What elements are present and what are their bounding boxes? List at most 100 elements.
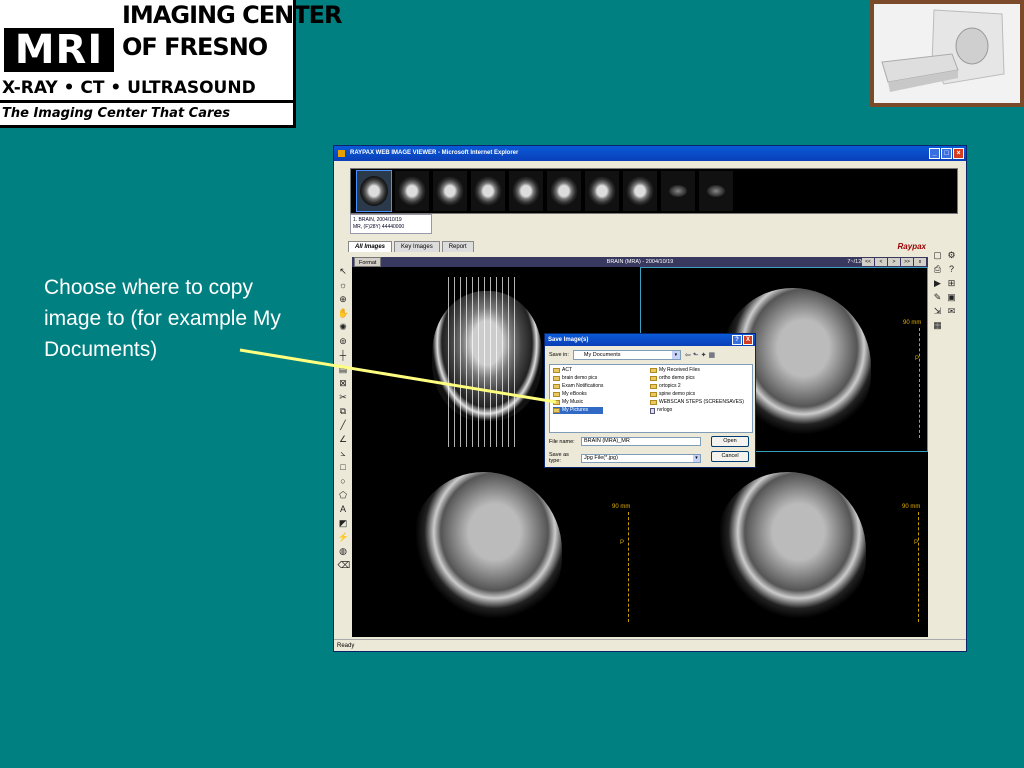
export-icon[interactable]: ⇲ xyxy=(932,306,943,317)
arrow-annotation-icon[interactable]: ◩ xyxy=(338,518,349,529)
save-type-label: Save as type: xyxy=(549,452,569,464)
brain-thumbnail-icon xyxy=(707,185,725,197)
list-item-label: brain demo pics xyxy=(562,375,598,381)
save-image-dialog[interactable]: Save Image(s) ? X Save in: My Documents … xyxy=(544,333,756,468)
list-item[interactable]: brain demo pics xyxy=(553,375,603,382)
folder-icon xyxy=(650,392,657,397)
list-item-label: My Pictures xyxy=(562,407,589,413)
logo-services: X-RAY • CT • ULTRASOUND xyxy=(2,78,256,98)
image-pane-sagittal-3[interactable]: 90 mm P xyxy=(640,452,928,637)
thumbnail-2[interactable] xyxy=(395,171,429,211)
eraser-icon[interactable]: ⌫ xyxy=(338,560,351,571)
file-name-input[interactable]: BRAIN (MRA)_MR xyxy=(581,437,701,446)
list-item[interactable]: WEBSCAN STEPS (SCREENSAVES) xyxy=(650,399,744,406)
crosshair-icon[interactable]: ┼ xyxy=(338,350,349,361)
thumbnail-caption-line1: 1. BRAIN, 2004/10/19 xyxy=(353,217,402,223)
mri-scanner-photo xyxy=(870,0,1024,107)
line-icon[interactable]: ╱ xyxy=(338,420,349,431)
scissors-icon[interactable]: ✂ xyxy=(338,392,349,403)
list-item[interactable]: ortho demo pics xyxy=(650,375,744,382)
rectangle-icon[interactable]: □ xyxy=(338,462,349,473)
print-icon[interactable]: ⎙ xyxy=(932,264,943,275)
thumbnail-10[interactable] xyxy=(699,171,733,211)
up-folder-icon[interactable]: ⬑ xyxy=(693,351,699,359)
cobb-angle-icon[interactable]: ⦣ xyxy=(338,448,349,459)
thumbnail-4[interactable] xyxy=(471,171,505,211)
brain-thumbnail-icon xyxy=(512,176,540,206)
text-icon[interactable]: A xyxy=(338,504,349,515)
file-list[interactable]: ACT brain demo pics Exam Notifications M… xyxy=(549,364,753,433)
copy-icon[interactable]: ⧉ xyxy=(338,406,349,417)
polygon-icon[interactable]: ⬠ xyxy=(338,490,349,501)
save-type-select[interactable]: Jpg File(*.jpg) ▾ xyxy=(581,453,701,463)
email-icon[interactable]: ✉ xyxy=(946,306,957,317)
brightness-icon[interactable]: ☼ xyxy=(338,280,349,291)
ellipse-icon[interactable]: ○ xyxy=(338,476,349,487)
minimize-icon[interactable]: _ xyxy=(929,148,940,159)
stack-icon[interactable]: ▤ xyxy=(338,364,349,375)
zoom-icon[interactable]: ⊕ xyxy=(338,294,349,305)
open-button[interactable]: Open xyxy=(711,436,749,447)
tab-report[interactable]: Report xyxy=(441,241,474,252)
measure-icon[interactable]: ◍ xyxy=(338,546,349,557)
dialog-titlebar[interactable]: Save Image(s) ? X xyxy=(545,334,755,346)
window-titlebar[interactable]: RAYPAX WEB IMAGE VIEWER - Microsoft Inte… xyxy=(334,146,966,161)
save-in-label: Save in: xyxy=(549,352,569,358)
right-toolbar: ▢ ⚙ ⎙ ? ▶ ⊞ ✎ ▣ ⇲ ✉ ▦ xyxy=(932,250,962,331)
last-page-button[interactable]: >> xyxy=(901,258,913,266)
chevron-down-icon[interactable]: ▾ xyxy=(671,351,680,359)
view-menu-icon[interactable]: ▦ xyxy=(708,351,715,359)
thumbnail-3[interactable] xyxy=(433,171,467,211)
magnifier-icon[interactable]: ⊚ xyxy=(338,336,349,347)
list-item[interactable]: rvrlogo xyxy=(650,407,744,414)
list-item[interactable]: My eBooks xyxy=(553,391,603,398)
reset-icon[interactable]: ⊠ xyxy=(338,378,349,389)
pointer-icon[interactable]: ↖ xyxy=(338,266,349,277)
layout-icon[interactable]: ⊞ xyxy=(946,278,957,289)
thumbnail-1[interactable] xyxy=(356,170,392,212)
list-item[interactable]: spine demo pics xyxy=(650,391,744,398)
dialog-close-icon[interactable]: X xyxy=(743,335,753,345)
dialog-help-icon[interactable]: ? xyxy=(732,335,742,345)
close-viewer-button[interactable]: x xyxy=(914,258,926,266)
thumbnail-strip[interactable] xyxy=(350,168,958,214)
list-item-selected[interactable]: My Pictures xyxy=(553,407,604,414)
thumbnail-8[interactable] xyxy=(623,171,657,211)
thumbnail-9[interactable] xyxy=(661,171,695,211)
prev-page-button[interactable]: < xyxy=(875,258,887,266)
thumbnail-5[interactable] xyxy=(509,171,543,211)
angle-icon[interactable]: ∠ xyxy=(338,434,349,445)
calibrate-icon[interactable]: ⚡ xyxy=(338,532,349,543)
tab-key-images[interactable]: Key Images xyxy=(394,241,440,252)
cancel-button[interactable]: Cancel xyxy=(711,451,749,462)
first-page-button[interactable]: << xyxy=(862,258,874,266)
pan-hand-icon[interactable]: ✋ xyxy=(338,308,349,319)
window-icon[interactable]: ▢ xyxy=(932,250,943,261)
viewer-tabs: All Images Key Images Report xyxy=(348,241,474,252)
next-page-button[interactable]: > xyxy=(888,258,900,266)
close-icon[interactable]: × xyxy=(953,148,964,159)
thumbnail-6[interactable] xyxy=(547,171,581,211)
chevron-down-icon[interactable]: ▾ xyxy=(693,454,700,462)
new-folder-icon[interactable]: ✦ xyxy=(701,351,707,359)
browser-window[interactable]: RAYPAX WEB IMAGE VIEWER - Microsoft Inte… xyxy=(333,145,967,652)
settings-icon[interactable]: ⚙ xyxy=(946,250,957,261)
list-item[interactable]: ACT xyxy=(553,367,603,374)
cine-icon[interactable]: ▶ xyxy=(932,278,943,289)
list-item[interactable]: My Music xyxy=(553,399,603,406)
thumbnail-7[interactable] xyxy=(585,171,619,211)
list-item-label: My eBooks xyxy=(562,391,587,397)
back-icon[interactable]: ⇦ xyxy=(685,351,691,359)
tab-all-images[interactable]: All Images xyxy=(348,241,393,252)
edit-icon[interactable]: ✎ xyxy=(932,292,943,303)
contrast-icon[interactable]: ✺ xyxy=(338,322,349,333)
film-icon[interactable]: ▦ xyxy=(932,320,943,331)
list-item[interactable]: Exam Notifications xyxy=(553,383,603,390)
help-icon[interactable]: ? xyxy=(946,264,957,275)
list-item[interactable]: ortopics 2 xyxy=(650,383,744,390)
save-icon[interactable]: ▣ xyxy=(946,292,957,303)
list-item[interactable]: My Received Files xyxy=(650,367,744,374)
maximize-icon[interactable]: □ xyxy=(941,148,952,159)
save-in-combobox[interactable]: My Documents ▾ xyxy=(572,350,681,360)
image-pane-sagittal-2[interactable]: 90 mm P xyxy=(352,452,640,637)
